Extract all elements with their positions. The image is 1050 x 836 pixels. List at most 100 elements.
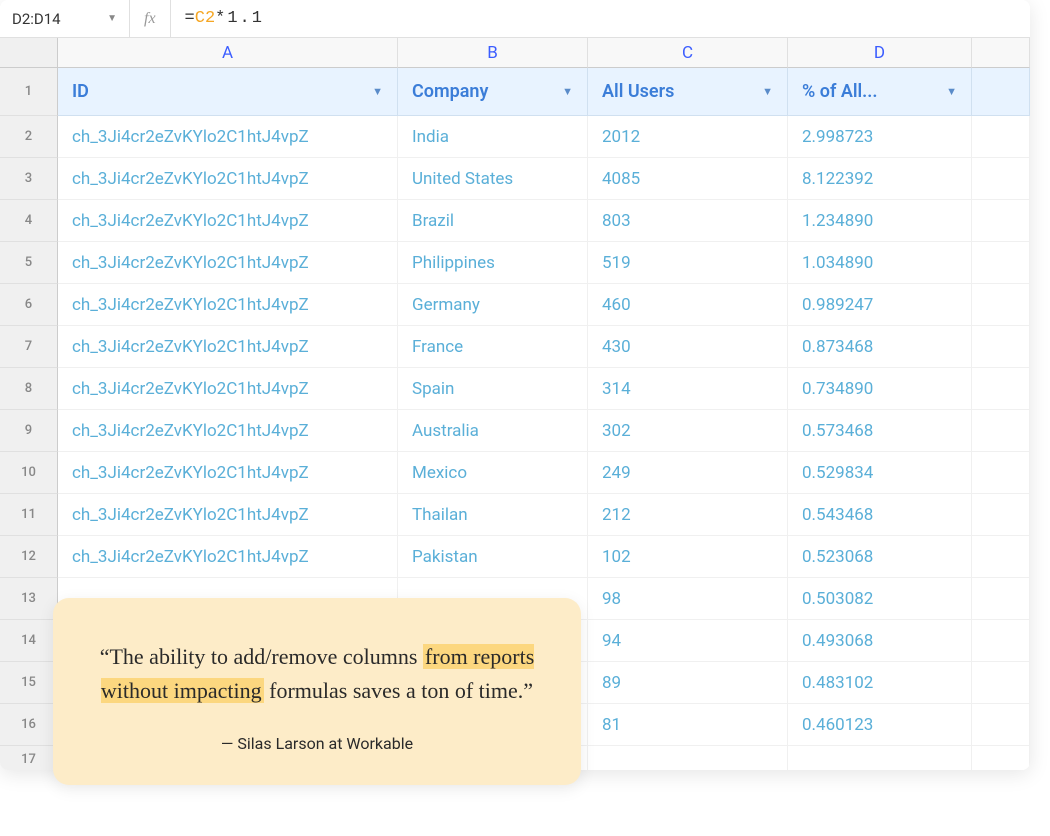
cell-pct[interactable]: 0.734890: [788, 368, 972, 410]
cell-users[interactable]: 314: [588, 368, 788, 410]
cell-company[interactable]: India: [398, 116, 588, 158]
row-number[interactable]: 16: [0, 704, 58, 746]
cell-empty[interactable]: [788, 746, 972, 770]
filter-dropdown-icon[interactable]: ▼: [762, 85, 773, 98]
cell-empty[interactable]: [588, 746, 788, 770]
table-header-id[interactable]: ID ▼: [58, 68, 398, 116]
row-number[interactable]: 2: [0, 116, 58, 158]
row-number[interactable]: 15: [0, 662, 58, 704]
column-header-empty[interactable]: [972, 38, 1030, 68]
cell-id[interactable]: ch_3Ji4cr2eZvKYlo2C1htJ4vpZ: [58, 326, 398, 368]
filter-dropdown-icon[interactable]: ▼: [946, 85, 957, 98]
cell-users[interactable]: 81: [588, 704, 788, 746]
cell-pct[interactable]: 0.503082: [788, 578, 972, 620]
row-number[interactable]: 14: [0, 620, 58, 662]
row-number[interactable]: 11: [0, 494, 58, 536]
cell-pct[interactable]: 0.543468: [788, 494, 972, 536]
cell-empty[interactable]: [972, 620, 1030, 662]
cell-users[interactable]: 302: [588, 410, 788, 452]
cell-empty[interactable]: [972, 200, 1030, 242]
cell-id[interactable]: ch_3Ji4cr2eZvKYlo2C1htJ4vpZ: [58, 494, 398, 536]
cell-empty[interactable]: [972, 536, 1030, 578]
row-number[interactable]: 12: [0, 536, 58, 578]
cell-id[interactable]: ch_3Ji4cr2eZvKYlo2C1htJ4vpZ: [58, 200, 398, 242]
column-header-a[interactable]: A: [58, 38, 398, 68]
cell-id[interactable]: ch_3Ji4cr2eZvKYlo2C1htJ4vpZ: [58, 368, 398, 410]
cell-pct[interactable]: 2.998723: [788, 116, 972, 158]
cell-empty[interactable]: [972, 494, 1030, 536]
cell-id[interactable]: ch_3Ji4cr2eZvKYlo2C1htJ4vpZ: [58, 536, 398, 578]
column-header-d[interactable]: D: [788, 38, 972, 68]
chevron-down-icon[interactable]: ▼: [107, 13, 117, 24]
cell-pct[interactable]: 8.122392: [788, 158, 972, 200]
cell-pct[interactable]: 0.573468: [788, 410, 972, 452]
row-number[interactable]: 3: [0, 158, 58, 200]
cell-users[interactable]: 430: [588, 326, 788, 368]
cell-users[interactable]: 4085: [588, 158, 788, 200]
cell-empty[interactable]: [972, 368, 1030, 410]
row-number[interactable]: 9: [0, 410, 58, 452]
cell-empty[interactable]: [972, 746, 1030, 770]
cell-users[interactable]: 2012: [588, 116, 788, 158]
column-header-b[interactable]: B: [398, 38, 588, 68]
filter-dropdown-icon[interactable]: ▼: [372, 85, 383, 98]
cell-id[interactable]: ch_3Ji4cr2eZvKYlo2C1htJ4vpZ: [58, 452, 398, 494]
row-number[interactable]: 17: [0, 746, 58, 770]
cell-company[interactable]: Pakistan: [398, 536, 588, 578]
cell-company[interactable]: Brazil: [398, 200, 588, 242]
row-number[interactable]: 6: [0, 284, 58, 326]
cell-empty[interactable]: [972, 662, 1030, 704]
cell-users[interactable]: 102: [588, 536, 788, 578]
table-header-all-users[interactable]: All Users ▼: [588, 68, 788, 116]
cell-id[interactable]: ch_3Ji4cr2eZvKYlo2C1htJ4vpZ: [58, 116, 398, 158]
cell-pct[interactable]: 0.460123: [788, 704, 972, 746]
row-number[interactable]: 7: [0, 326, 58, 368]
cell-empty[interactable]: [972, 704, 1030, 746]
cell-pct[interactable]: 1.034890: [788, 242, 972, 284]
cell-users[interactable]: 212: [588, 494, 788, 536]
cell-id[interactable]: ch_3Ji4cr2eZvKYlo2C1htJ4vpZ: [58, 284, 398, 326]
fx-label[interactable]: fx: [130, 0, 171, 37]
row-number[interactable]: 5: [0, 242, 58, 284]
cell-users[interactable]: 519: [588, 242, 788, 284]
cell-users[interactable]: 460: [588, 284, 788, 326]
select-all-corner[interactable]: [0, 38, 58, 68]
table-header-company[interactable]: Company ▼: [398, 68, 588, 116]
filter-dropdown-icon[interactable]: ▼: [562, 85, 573, 98]
cell-company[interactable]: Philippines: [398, 242, 588, 284]
cell-empty[interactable]: [972, 242, 1030, 284]
formula-input[interactable]: =C2*1.1: [171, 9, 1030, 28]
row-number[interactable]: 13: [0, 578, 58, 620]
cell-pct[interactable]: 0.483102: [788, 662, 972, 704]
cell-empty[interactable]: [972, 452, 1030, 494]
row-number[interactable]: 1: [0, 68, 58, 116]
row-number[interactable]: 4: [0, 200, 58, 242]
cell-pct[interactable]: 0.493068: [788, 620, 972, 662]
cell-company[interactable]: Thailan: [398, 494, 588, 536]
cell-company[interactable]: Australia: [398, 410, 588, 452]
cell-company[interactable]: France: [398, 326, 588, 368]
cell-empty[interactable]: [972, 326, 1030, 368]
row-number[interactable]: 10: [0, 452, 58, 494]
cell-users[interactable]: 89: [588, 662, 788, 704]
cell-id[interactable]: ch_3Ji4cr2eZvKYlo2C1htJ4vpZ: [58, 242, 398, 284]
cell-empty[interactable]: [972, 578, 1030, 620]
cell-pct[interactable]: 0.523068: [788, 536, 972, 578]
cell-company[interactable]: Spain: [398, 368, 588, 410]
cell-empty[interactable]: [972, 158, 1030, 200]
table-header-pct[interactable]: % of All... ▼: [788, 68, 972, 116]
cell-empty[interactable]: [972, 284, 1030, 326]
cell-users[interactable]: 98: [588, 578, 788, 620]
cell-pct[interactable]: 1.234890: [788, 200, 972, 242]
cell-pct[interactable]: 0.873468: [788, 326, 972, 368]
cell-users[interactable]: 94: [588, 620, 788, 662]
column-header-c[interactable]: C: [588, 38, 788, 68]
cell-users[interactable]: 803: [588, 200, 788, 242]
cell-id[interactable]: ch_3Ji4cr2eZvKYlo2C1htJ4vpZ: [58, 158, 398, 200]
cell-id[interactable]: ch_3Ji4cr2eZvKYlo2C1htJ4vpZ: [58, 410, 398, 452]
cell-empty[interactable]: [972, 410, 1030, 452]
cell-company[interactable]: Mexico: [398, 452, 588, 494]
cell-pct[interactable]: 0.529834: [788, 452, 972, 494]
cell-users[interactable]: 249: [588, 452, 788, 494]
cell-company[interactable]: Germany: [398, 284, 588, 326]
